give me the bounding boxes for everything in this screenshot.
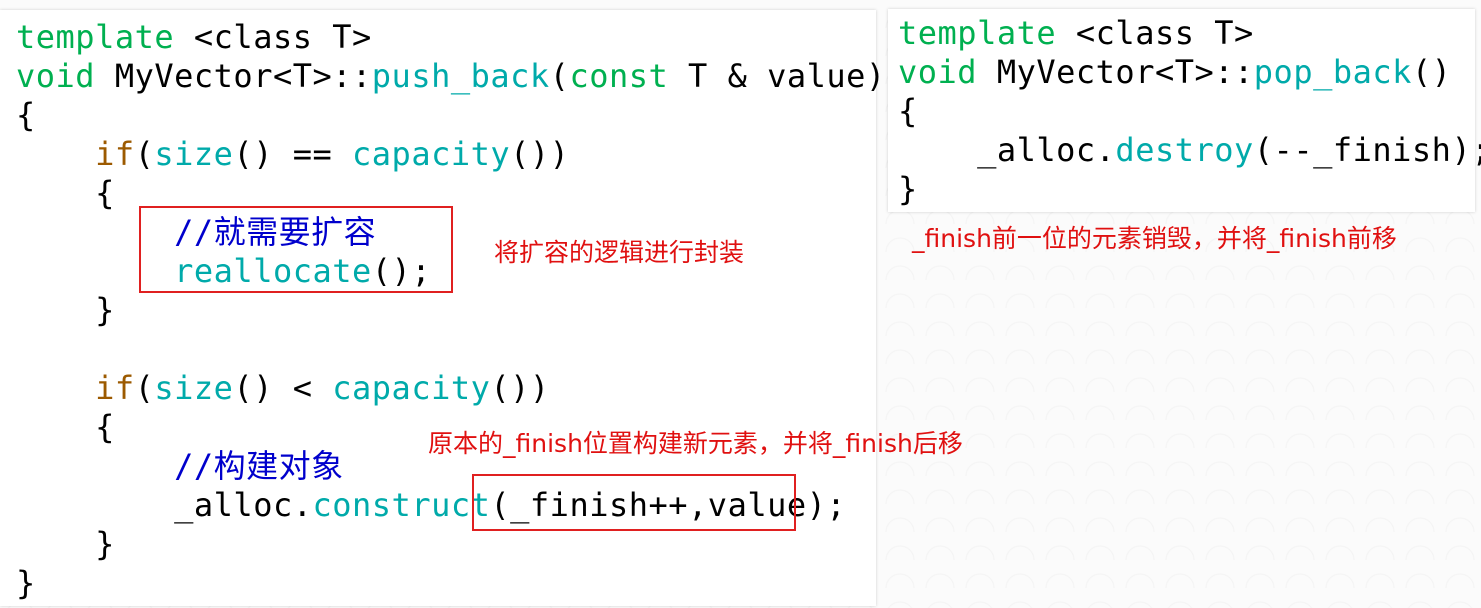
code-line-open-brace: { — [16, 96, 36, 134]
keyword-const: const — [569, 57, 669, 95]
function-name-construct: construct — [312, 486, 491, 524]
construct-args-highlight-box — [472, 474, 796, 531]
function-name-size: size — [154, 369, 234, 407]
code-text: () == — [233, 135, 353, 173]
code-line-comment-construct: //构建对象 — [16, 447, 344, 485]
comment-marker: // — [174, 447, 214, 485]
code-line-brace: { — [16, 408, 115, 446]
code-text: MyVector<T>:: — [977, 53, 1254, 91]
code-text: T & value) — [668, 57, 886, 95]
keyword-template: template — [16, 18, 175, 56]
code-text: ()) — [510, 135, 570, 173]
code-text: <class T> — [1056, 14, 1254, 52]
code-text: ( — [134, 369, 155, 407]
code-line-open-brace: { — [898, 92, 918, 130]
push-back-code-panel: template <class T> void MyVector<T>::pus… — [0, 10, 963, 606]
function-name-push-back: push_back — [371, 57, 550, 95]
comment-text: 构建对象 — [213, 447, 344, 485]
code-text: MyVector<T>:: — [95, 57, 372, 95]
code-line-close-brace: } — [16, 564, 36, 602]
code-line-if-space: if(size() < capacity()) — [16, 369, 550, 407]
code-text: _alloc. — [977, 131, 1116, 169]
function-name-size: size — [154, 135, 234, 173]
code-text: () — [1411, 53, 1452, 91]
keyword-void: void — [898, 53, 978, 91]
code-line-if-full: if(size() == capacity()) — [16, 135, 569, 173]
code-text: _alloc. — [174, 486, 313, 524]
destroy-annotation: _finish前一位的元素销毁，并将_finish前移 — [912, 224, 1397, 253]
reallocate-highlight-box — [139, 206, 453, 293]
code-text: <class T> — [174, 18, 372, 56]
construct-annotation: 原本的_finish位置构建新元素，并将_finish后移 — [428, 429, 963, 458]
code-line-signature: void MyVector<T>::pop_back() — [898, 53, 1451, 91]
function-name-capacity: capacity — [332, 369, 491, 407]
keyword-if: if — [95, 135, 135, 173]
code-text: () < — [233, 369, 333, 407]
pop-back-code-panel: template <class T> void MyVector<T>::pop… — [888, 9, 1481, 212]
code-text: (--_finish); — [1253, 131, 1481, 169]
code-text: ( — [549, 57, 570, 95]
reallocate-annotation: 将扩容的逻辑进行封装 — [494, 238, 745, 267]
function-name-pop-back: pop_back — [1253, 53, 1412, 91]
code-line-brace: } — [16, 525, 115, 563]
keyword-if: if — [95, 369, 135, 407]
code-line-template: template <class T> — [16, 18, 372, 56]
function-name-destroy: destroy — [1115, 131, 1254, 169]
code-line-close-brace: } — [898, 170, 918, 208]
code-line-signature: void MyVector<T>::push_back(const T & va… — [16, 57, 886, 95]
function-name-capacity: capacity — [352, 135, 511, 173]
code-text: ()) — [490, 369, 550, 407]
code-line-brace: { — [16, 174, 115, 212]
code-line-template: template <class T> — [898, 14, 1254, 52]
keyword-void: void — [16, 57, 96, 95]
code-line-destroy: _alloc.destroy(--_finish); — [898, 131, 1481, 169]
code-line-brace: } — [16, 291, 115, 329]
code-text: ( — [134, 135, 155, 173]
keyword-template: template — [898, 14, 1057, 52]
